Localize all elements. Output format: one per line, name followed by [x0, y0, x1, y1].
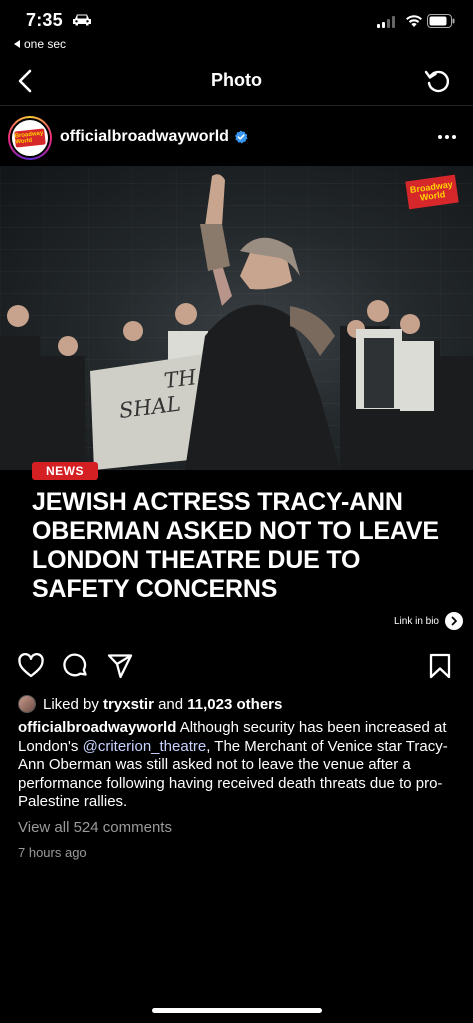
car-icon	[73, 14, 91, 26]
comment-icon[interactable]	[61, 652, 89, 680]
header-divider	[0, 105, 473, 106]
bookmark-icon[interactable]	[426, 652, 454, 680]
post-photo[interactable]: TH SHAL Broadway World	[0, 166, 473, 470]
refresh-icon[interactable]	[423, 66, 453, 96]
stage-scene-illustration: TH SHAL	[0, 174, 473, 470]
broadwayworld-logo: Broadway World	[14, 128, 46, 148]
liked-by-and: and	[158, 695, 184, 713]
view-comments-link[interactable]: View all 524 comments	[18, 819, 172, 836]
caption-username[interactable]: officialbroadwayworld	[18, 719, 176, 736]
liked-by-text: Liked by tryxstir and 11,023 others	[43, 696, 282, 713]
post-actions	[0, 652, 473, 682]
liked-by-count[interactable]: 11,023 others	[187, 696, 282, 713]
avatar[interactable]: Broadway World	[8, 116, 52, 160]
news-tag: NEWS	[32, 462, 98, 480]
post-timestamp: 7 hours ago	[18, 845, 87, 860]
more-icon[interactable]	[437, 134, 457, 140]
status-bar: 7:35 one sec	[0, 0, 473, 60]
battery-icon	[427, 14, 455, 28]
link-arrow-icon	[445, 612, 463, 630]
home-indicator[interactable]	[152, 1008, 322, 1013]
liker-avatar	[18, 695, 36, 713]
liked-by[interactable]: Liked by tryxstir and 11,023 others	[18, 695, 282, 713]
post-caption: officialbroadwayworld Although security …	[18, 719, 458, 812]
back-app-label: one sec	[24, 37, 67, 51]
verified-icon	[235, 130, 248, 144]
link-in-bio-label: Link in bio	[393, 615, 439, 627]
page-title: Photo	[211, 70, 262, 90]
caption-mention[interactable]: @criterion_theatre	[83, 738, 207, 755]
svg-text:TH: TH	[163, 365, 199, 393]
status-time: 7:35	[26, 10, 63, 30]
signal-icon	[377, 16, 395, 28]
avatar-image: Broadway World	[10, 118, 50, 158]
back-triangle-icon	[14, 40, 20, 48]
top-nav-bar: Photo	[0, 60, 473, 104]
liked-by-user[interactable]: tryxstir	[103, 696, 154, 713]
post-header: Broadway World officialbroadwayworld	[0, 108, 473, 166]
wifi-icon	[406, 15, 422, 27]
liked-by-prefix: Liked by	[43, 695, 99, 713]
post-username[interactable]: officialbroadwayworld	[60, 128, 229, 146]
heart-icon[interactable]	[17, 652, 45, 680]
share-icon[interactable]	[106, 652, 134, 680]
back-to-app-link[interactable]: one sec	[14, 37, 66, 51]
link-in-bio[interactable]: Link in bio	[394, 612, 463, 630]
post-headline: JEWISH ACTRESS TRACY-ANN OBERMAN ASKED N…	[32, 488, 439, 603]
